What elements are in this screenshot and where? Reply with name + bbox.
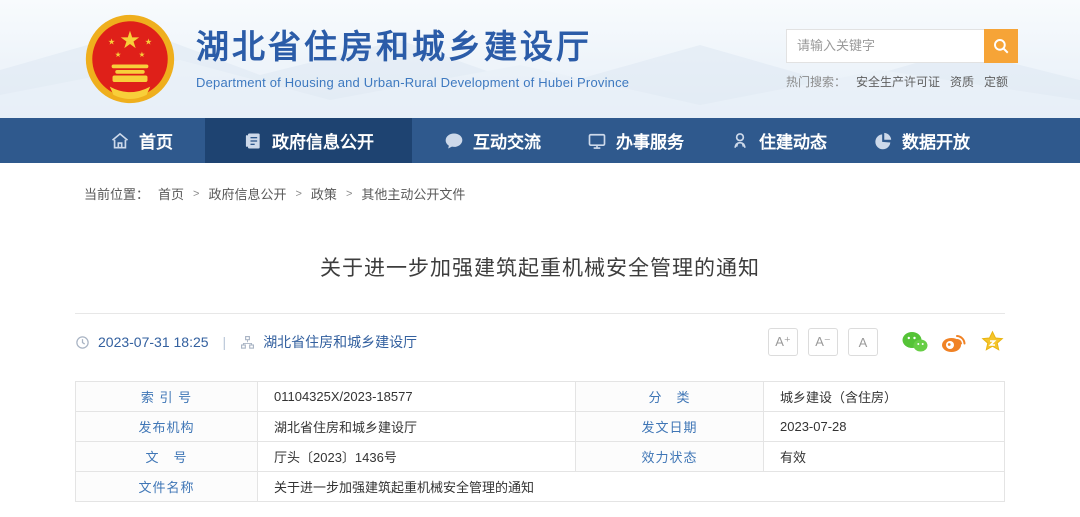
content: 当前位置： 首页 > 政府信息公开 > 政策 > 其他主动公开文件 关于进一步加… [0, 184, 1080, 502]
svg-text:★: ★ [108, 37, 115, 46]
favorite-star-icon[interactable] [980, 330, 1005, 354]
doc-number-value: 厅头〔2023〕1436号 [258, 442, 576, 472]
nav-item-gov-info[interactable]: 政府信息公开 [205, 118, 412, 163]
share-icons [902, 330, 1005, 354]
breadcrumb-label: 当前位置： [84, 184, 149, 203]
article-tools: A⁺ A⁻ A [768, 328, 1005, 356]
hot-search-link[interactable]: 安全生产许可证 [856, 73, 940, 90]
clock-icon [75, 335, 90, 350]
nav-item-label: 互动交流 [473, 128, 541, 153]
doc-number-label: 文 号 [76, 442, 258, 472]
meta-separator: | [223, 334, 227, 350]
breadcrumb-separator: > [346, 188, 352, 200]
index-number-label: 索 引 号 [76, 382, 258, 412]
table-row: 索 引 号 01104325X/2023-18577 分 类 城乡建设（含住房） [76, 382, 1005, 412]
badge-person-icon [730, 131, 750, 151]
nav-item-open-data[interactable]: 数据开放 [859, 118, 984, 163]
category-value: 城乡建设（含住房） [764, 382, 1005, 412]
site-title: 湖北省住房和城乡建设厅 [196, 28, 629, 66]
index-number-value: 01104325X/2023-18577 [258, 382, 576, 412]
svg-text:★: ★ [139, 50, 146, 59]
weibo-share-icon[interactable] [941, 330, 967, 354]
article-title: 关于进一步加强建筑起重机械安全管理的通知 [75, 252, 1005, 282]
publish-datetime: 2023-07-31 18:25 [98, 334, 209, 350]
document-info-table: 索 引 号 01104325X/2023-18577 分 类 城乡建设（含住房）… [75, 381, 1005, 502]
organization-icon [240, 335, 255, 350]
nav-item-label: 住建动态 [759, 128, 827, 153]
nav-item-label: 首页 [139, 128, 173, 153]
search-button[interactable] [984, 29, 1018, 63]
search-icon [992, 37, 1010, 55]
pie-chart-icon [873, 131, 893, 151]
page: ★ ★ ★ ★ ★ 湖北省住房和城乡建设厅 Department of Hous… [0, 0, 1080, 517]
issue-date-label: 发文日期 [576, 412, 764, 442]
nav-item-home[interactable]: 首页 [96, 118, 187, 163]
nav-item-news[interactable]: 住建动态 [716, 118, 841, 163]
breadcrumb-item-other-docs[interactable]: 其他主动公开文件 [361, 184, 465, 203]
site-subtitle: Department of Housing and Urban-Rural De… [196, 75, 629, 90]
breadcrumb-item-gov-info[interactable]: 政府信息公开 [208, 184, 286, 203]
site-header: ★ ★ ★ ★ ★ 湖北省住房和城乡建设厅 Department of Hous… [0, 0, 1080, 118]
nav-item-interaction[interactable]: 互动交流 [430, 118, 555, 163]
validity-status-value: 有效 [764, 442, 1005, 472]
chat-icon [444, 131, 464, 151]
hot-search-link[interactable]: 资质 [950, 73, 974, 90]
wechat-share-icon[interactable] [902, 330, 928, 354]
issue-date-value: 2023-07-28 [764, 412, 1005, 442]
breadcrumb-separator: > [295, 188, 301, 200]
nav-item-label: 数据开放 [902, 128, 970, 153]
article-meta: 2023-07-31 18:25 | 湖北省住房和城乡建设厅 [75, 332, 417, 352]
breadcrumb: 当前位置： 首页 > 政府信息公开 > 政策 > 其他主动公开文件 [84, 184, 1005, 203]
monitor-icon [587, 131, 607, 151]
svg-text:★: ★ [145, 37, 152, 46]
search-row [786, 29, 1018, 63]
publish-source: 湖北省住房和城乡建设厅 [263, 332, 417, 352]
article-meta-bar: 2023-07-31 18:25 | 湖北省住房和城乡建设厅 A⁺ A⁻ A [75, 313, 1005, 356]
table-row: 文 号 厅头〔2023〕1436号 效力状态 有效 [76, 442, 1005, 472]
validity-status-label: 效力状态 [576, 442, 764, 472]
breadcrumb-item-home[interactable]: 首页 [158, 184, 184, 203]
table-row: 发布机构 湖北省住房和城乡建设厅 发文日期 2023-07-28 [76, 412, 1005, 442]
hot-search-label: 热门搜索： [786, 73, 846, 90]
svg-text:★: ★ [119, 27, 140, 54]
font-decrease-button[interactable]: A⁻ [808, 328, 838, 356]
main-nav: 首页 政府信息公开 互动交流 办事服务 [0, 118, 1080, 163]
table-row: 文件名称 关于进一步加强建筑起重机械安全管理的通知 [76, 472, 1005, 502]
doc-title-value: 关于进一步加强建筑起重机械安全管理的通知 [258, 472, 1005, 502]
search-input[interactable] [786, 29, 984, 63]
category-label: 分 类 [576, 382, 764, 412]
nav-item-label: 办事服务 [616, 128, 684, 153]
breadcrumb-separator: > [193, 188, 199, 200]
breadcrumb-item-policy[interactable]: 政策 [311, 184, 337, 203]
issuing-agency-value: 湖北省住房和城乡建设厅 [258, 412, 576, 442]
font-increase-button[interactable]: A⁺ [768, 328, 798, 356]
header-inner: ★ ★ ★ ★ ★ 湖北省住房和城乡建设厅 Department of Hous… [0, 0, 1080, 118]
issuing-agency-label: 发布机构 [76, 412, 258, 442]
nav-item-label: 政府信息公开 [272, 128, 374, 153]
brand-block: 湖北省住房和城乡建设厅 Department of Housing and Ur… [196, 28, 629, 90]
svg-text:★: ★ [115, 50, 122, 59]
hot-search-link[interactable]: 定额 [984, 73, 1008, 90]
document-icon [243, 131, 263, 151]
search-area: 热门搜索： 安全生产许可证 资质 定额 [786, 29, 1018, 90]
nav-item-services[interactable]: 办事服务 [573, 118, 698, 163]
hot-search-row: 热门搜索： 安全生产许可证 资质 定额 [786, 73, 1018, 90]
font-normal-button[interactable]: A [848, 328, 878, 356]
national-emblem-logo[interactable]: ★ ★ ★ ★ ★ [84, 13, 176, 105]
doc-title-label: 文件名称 [76, 472, 258, 502]
home-icon [110, 131, 130, 151]
